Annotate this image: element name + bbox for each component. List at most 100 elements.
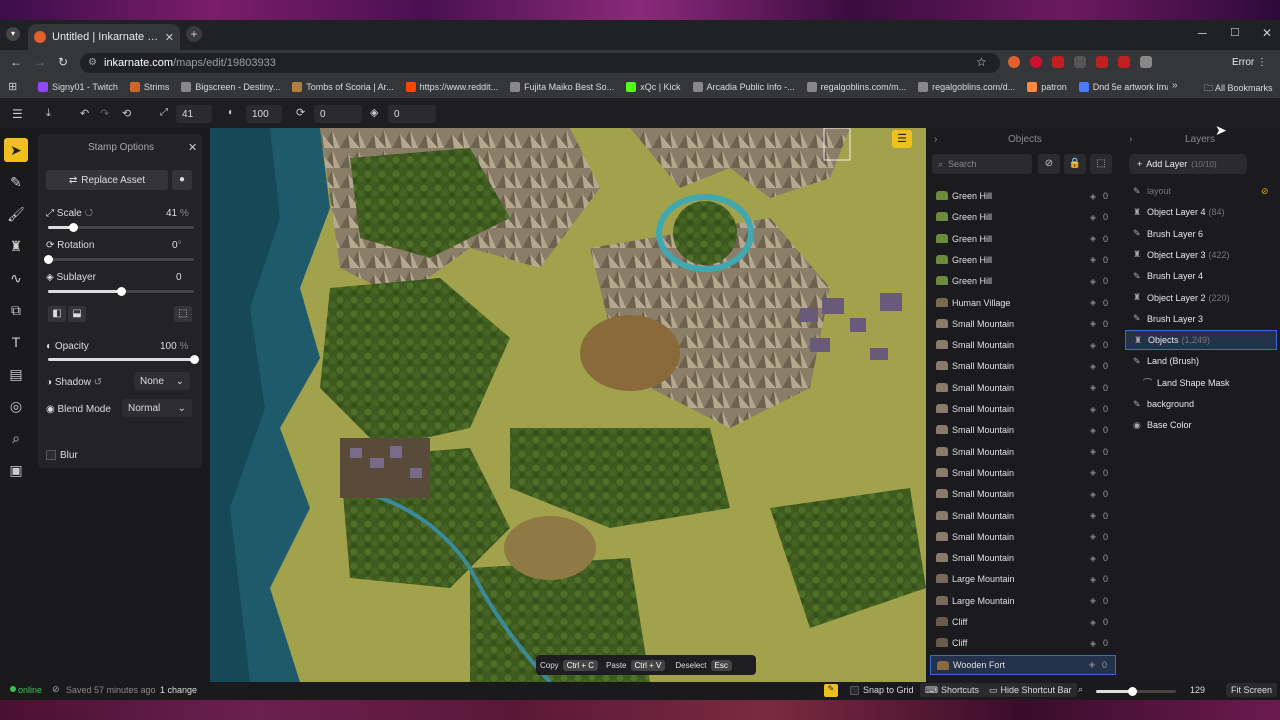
scale-toolbar-input[interactable]: 41 xyxy=(176,105,212,123)
browser-tab[interactable]: Untitled | Inkarnate - Create Fa ✕ xyxy=(28,24,180,50)
export-icon[interactable]: ⤓ xyxy=(46,107,51,120)
layer-list-item[interactable]: ✎ background xyxy=(1125,394,1277,414)
objects-search-input[interactable]: ⌕ Search xyxy=(932,154,1032,174)
apps-icon[interactable]: ⊞ xyxy=(8,80,17,93)
site-info-icon[interactable]: ⚙ xyxy=(88,57,97,68)
notes-tool-icon[interactable]: ▤ xyxy=(4,362,28,386)
layer-list-item[interactable]: ✎ Land (Brush) xyxy=(1125,351,1277,371)
sublayer-slider[interactable] xyxy=(48,287,194,296)
reload-icon[interactable]: ↻ xyxy=(58,55,68,69)
address-bar[interactable]: inkarnate.com/maps/edit/19803933 xyxy=(80,53,1000,73)
zoom-slider[interactable] xyxy=(1096,687,1176,696)
opacity-slider[interactable] xyxy=(48,355,199,364)
new-tab-icon[interactable]: + xyxy=(186,26,202,42)
object-list-item[interactable]: Small Mountain ◈ 0 xyxy=(930,420,1116,440)
opacity-value[interactable]: 100 % xyxy=(160,341,188,352)
scale-value[interactable]: 41 % xyxy=(166,208,189,219)
flip-vertical-icon[interactable]: ⬓ xyxy=(68,306,86,322)
layer-list-item[interactable]: ◉ Base Color xyxy=(1125,415,1277,435)
change-count[interactable]: 1 change xyxy=(160,685,197,695)
layer-list-item[interactable]: ⌒ Land Shape Mask xyxy=(1125,373,1277,393)
snap-to-grid-toggle[interactable]: Snap to Grid xyxy=(850,685,914,695)
bookmark-item[interactable]: https://www.reddit... xyxy=(405,80,498,94)
pencil-icon[interactable]: ✎ xyxy=(824,684,838,697)
layer-list-item[interactable]: ♜ Object Layer 3 (422) xyxy=(1125,245,1277,265)
save-tool-icon[interactable]: ▣ xyxy=(4,458,28,482)
object-list-item[interactable]: Small Mountain ◈ 0 xyxy=(930,463,1116,483)
minimize-window-icon[interactable]: ─ xyxy=(1198,26,1207,40)
object-list-item[interactable]: Large Mountain ◈ 0 xyxy=(930,591,1116,611)
all-bookmarks-button[interactable]: 🗀 All Bookmarks xyxy=(1204,81,1273,97)
stamp-tool-icon[interactable]: ♜ xyxy=(4,234,28,258)
bookmark-item[interactable]: Bigscreen - Destiny... xyxy=(181,80,280,94)
replace-asset-button[interactable]: ⇄ Replace Asset xyxy=(46,170,168,190)
add-layer-button[interactable]: + Add Layer (10/10) xyxy=(1129,154,1247,174)
bookmark-item[interactable]: Tombs of Scoria | Ar... xyxy=(292,80,394,94)
sublayer-value[interactable]: 0 xyxy=(176,272,182,283)
bookmark-item[interactable]: patron xyxy=(1027,80,1067,94)
object-list-item[interactable]: Green Hill ◈ 0 xyxy=(930,250,1116,270)
object-list-item[interactable]: Green Hill ◈ 0 xyxy=(930,186,1116,206)
tab-menu-icon[interactable]: ▾ xyxy=(6,27,20,41)
layout-visibility-icon[interactable]: ⊘ xyxy=(1261,186,1269,197)
rotation-slider[interactable] xyxy=(44,255,194,264)
path-tool-icon[interactable]: ∿ xyxy=(4,266,28,290)
hide-objects-icon[interactable]: ⊘ xyxy=(1038,154,1060,174)
bookmark-star-icon[interactable]: ☆ xyxy=(976,55,987,69)
opacity-toolbar-input[interactable]: 100 xyxy=(246,105,282,123)
history-icon[interactable]: ⟲ xyxy=(122,107,131,120)
map-canvas[interactable]: ☰ Copy Ctrl + C Paste Ctrl + V Deselect Esc xyxy=(210,128,926,682)
zoom-tool-icon[interactable]: ⌕ xyxy=(4,426,28,450)
object-list-item[interactable]: Green Hill ◈ 0 xyxy=(930,207,1116,227)
bounding-box-icon[interactable]: ⬚ xyxy=(174,306,192,322)
sublayer-toolbar-input[interactable]: 0 xyxy=(388,105,436,123)
select-all-objects-icon[interactable]: ⬚ xyxy=(1090,154,1112,174)
text-tool-icon[interactable]: T xyxy=(4,330,28,354)
bookmark-item[interactable]: Fujita Maiko Best So... xyxy=(510,80,614,94)
object-list-item[interactable]: Small Mountain ◈ 0 xyxy=(930,548,1116,568)
layer-list-item[interactable]: ✎ Brush Layer 4 xyxy=(1125,266,1277,286)
close-tab-icon[interactable]: ✕ xyxy=(165,31,174,44)
lock-objects-icon[interactable]: 🔒 xyxy=(1064,154,1086,174)
layers-tool-icon[interactable]: ⧉ xyxy=(4,298,28,322)
zoom-value[interactable]: 129 xyxy=(1190,685,1205,695)
shadow-select[interactable]: None ⌄ xyxy=(134,372,190,390)
more-bookmarks-icon[interactable]: » xyxy=(1172,80,1178,91)
undo-icon[interactable]: ↶ xyxy=(80,107,89,120)
scale-slider[interactable] xyxy=(48,223,194,232)
maximize-window-icon[interactable]: ☐ xyxy=(1230,26,1240,39)
shortcuts-button[interactable]: ⌨ Shortcuts xyxy=(920,683,985,697)
object-list-item[interactable]: Green Hill ◈ 0 xyxy=(930,271,1116,291)
globe-tool-icon[interactable]: ◎ xyxy=(4,394,28,418)
brush-tool-icon[interactable]: ✎ xyxy=(4,170,28,194)
object-list-item[interactable]: Small Mountain ◈ 0 xyxy=(930,506,1116,526)
rotation-value[interactable]: 0° xyxy=(172,240,182,251)
bookmark-item[interactable]: Arcadia Public Info -... xyxy=(692,80,795,94)
layer-list-item[interactable]: ✎ Brush Layer 6 xyxy=(1125,224,1277,244)
forward-icon[interactable]: → xyxy=(34,55,46,69)
close-window-icon[interactable]: ✕ xyxy=(1262,26,1272,40)
hide-shortcut-bar-button[interactable]: ▭ Hide Shortcut Bar xyxy=(984,683,1077,697)
fit-screen-button[interactable]: Fit Screen xyxy=(1226,683,1278,697)
scale-reset-icon[interactable]: ↺ xyxy=(85,208,93,219)
bookmark-item[interactable]: Dnd 5e artwork Ima... xyxy=(1078,80,1168,94)
object-list-item[interactable]: Large Mountain ◈ 0 xyxy=(930,569,1116,589)
blend-mode-select[interactable]: Normal ⌄ xyxy=(122,399,192,417)
extension-icons[interactable] xyxy=(1008,56,1152,68)
bookmark-item[interactable]: Strims xyxy=(129,80,169,94)
bookmark-item[interactable]: Signy01 - Twitch xyxy=(38,80,118,94)
layer-list-item[interactable]: ✎ layout xyxy=(1125,181,1277,201)
object-list-item[interactable]: Green Hill ◈ 0 xyxy=(930,229,1116,249)
object-list-item[interactable]: Wooden Fort ◈ 0 xyxy=(930,654,1116,675)
object-list-item[interactable]: Small Mountain ◈ 0 xyxy=(930,527,1116,547)
object-list-item[interactable]: Small Mountain ◈ 0 xyxy=(930,442,1116,462)
layers-expand-icon[interactable]: › xyxy=(1129,134,1132,145)
object-list-item[interactable]: Small Mountain ◈ 0 xyxy=(930,356,1116,376)
object-list-item[interactable]: Small Mountain ◈ 0 xyxy=(930,399,1116,419)
layer-list-item[interactable]: ♜ Object Layer 4 (84) xyxy=(1125,202,1277,222)
flip-horizontal-icon[interactable]: ◧ xyxy=(48,306,66,322)
object-list-item[interactable]: Cliff ◈ 0 xyxy=(930,633,1116,653)
objects-expand-icon[interactable]: › xyxy=(934,134,937,145)
object-list-item[interactable]: Small Mountain ◈ 0 xyxy=(930,314,1116,334)
object-list-item[interactable]: Cliff ◈ 0 xyxy=(930,612,1116,632)
